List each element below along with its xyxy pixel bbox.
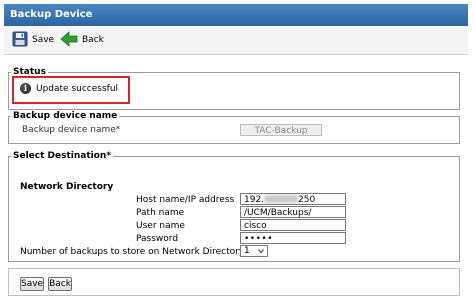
user-name-label: User name bbox=[136, 221, 185, 231]
host-name-suffix: 250 bbox=[298, 195, 316, 205]
back-button[interactable]: Back bbox=[48, 277, 72, 291]
network-directory-heading: Network Directory bbox=[20, 182, 114, 192]
save-icon bbox=[12, 31, 28, 50]
toolbar-save-label: Save bbox=[32, 35, 55, 45]
toolbar-back-label: Back bbox=[82, 35, 104, 45]
path-name-label: Path name bbox=[136, 208, 185, 218]
window-title: Backup Device bbox=[4, 4, 468, 26]
redacted-ip bbox=[264, 195, 299, 203]
toolbar-back-button[interactable]: Back bbox=[60, 29, 104, 51]
user-name-field[interactable]: cisco bbox=[240, 219, 346, 231]
host-name-field[interactable]: 192. 250 bbox=[240, 193, 346, 205]
backup-device-name-label: Backup device name* bbox=[22, 125, 121, 135]
host-name-label: Host name/IP address bbox=[136, 195, 235, 205]
status-message: Update successful bbox=[36, 84, 119, 94]
back-arrow-icon bbox=[60, 30, 78, 50]
path-name-field[interactable]: /UCM/Backups/ bbox=[240, 206, 346, 218]
toolbar-save-button[interactable]: Save bbox=[12, 29, 54, 51]
number-of-backups-label: Number of backups to store on Network Di… bbox=[20, 247, 245, 257]
save-button[interactable]: Save bbox=[20, 277, 44, 291]
chevron-down-icon bbox=[258, 249, 264, 254]
host-name-prefix: 192. bbox=[244, 195, 265, 205]
number-of-backups-value: 1 bbox=[244, 246, 250, 256]
info-icon: i bbox=[20, 83, 31, 94]
toolbar: Save Back bbox=[4, 26, 468, 55]
backup-device-legend: Backup device name bbox=[11, 110, 120, 122]
password-field[interactable]: ••••• bbox=[240, 232, 346, 244]
number-of-backups-select[interactable]: 1 bbox=[240, 245, 268, 257]
select-destination-legend: Select Destination* bbox=[11, 150, 114, 162]
footer-section bbox=[8, 268, 460, 296]
backup-device-name-field: TAC-Backup bbox=[240, 124, 322, 136]
password-label: Password bbox=[136, 234, 179, 244]
